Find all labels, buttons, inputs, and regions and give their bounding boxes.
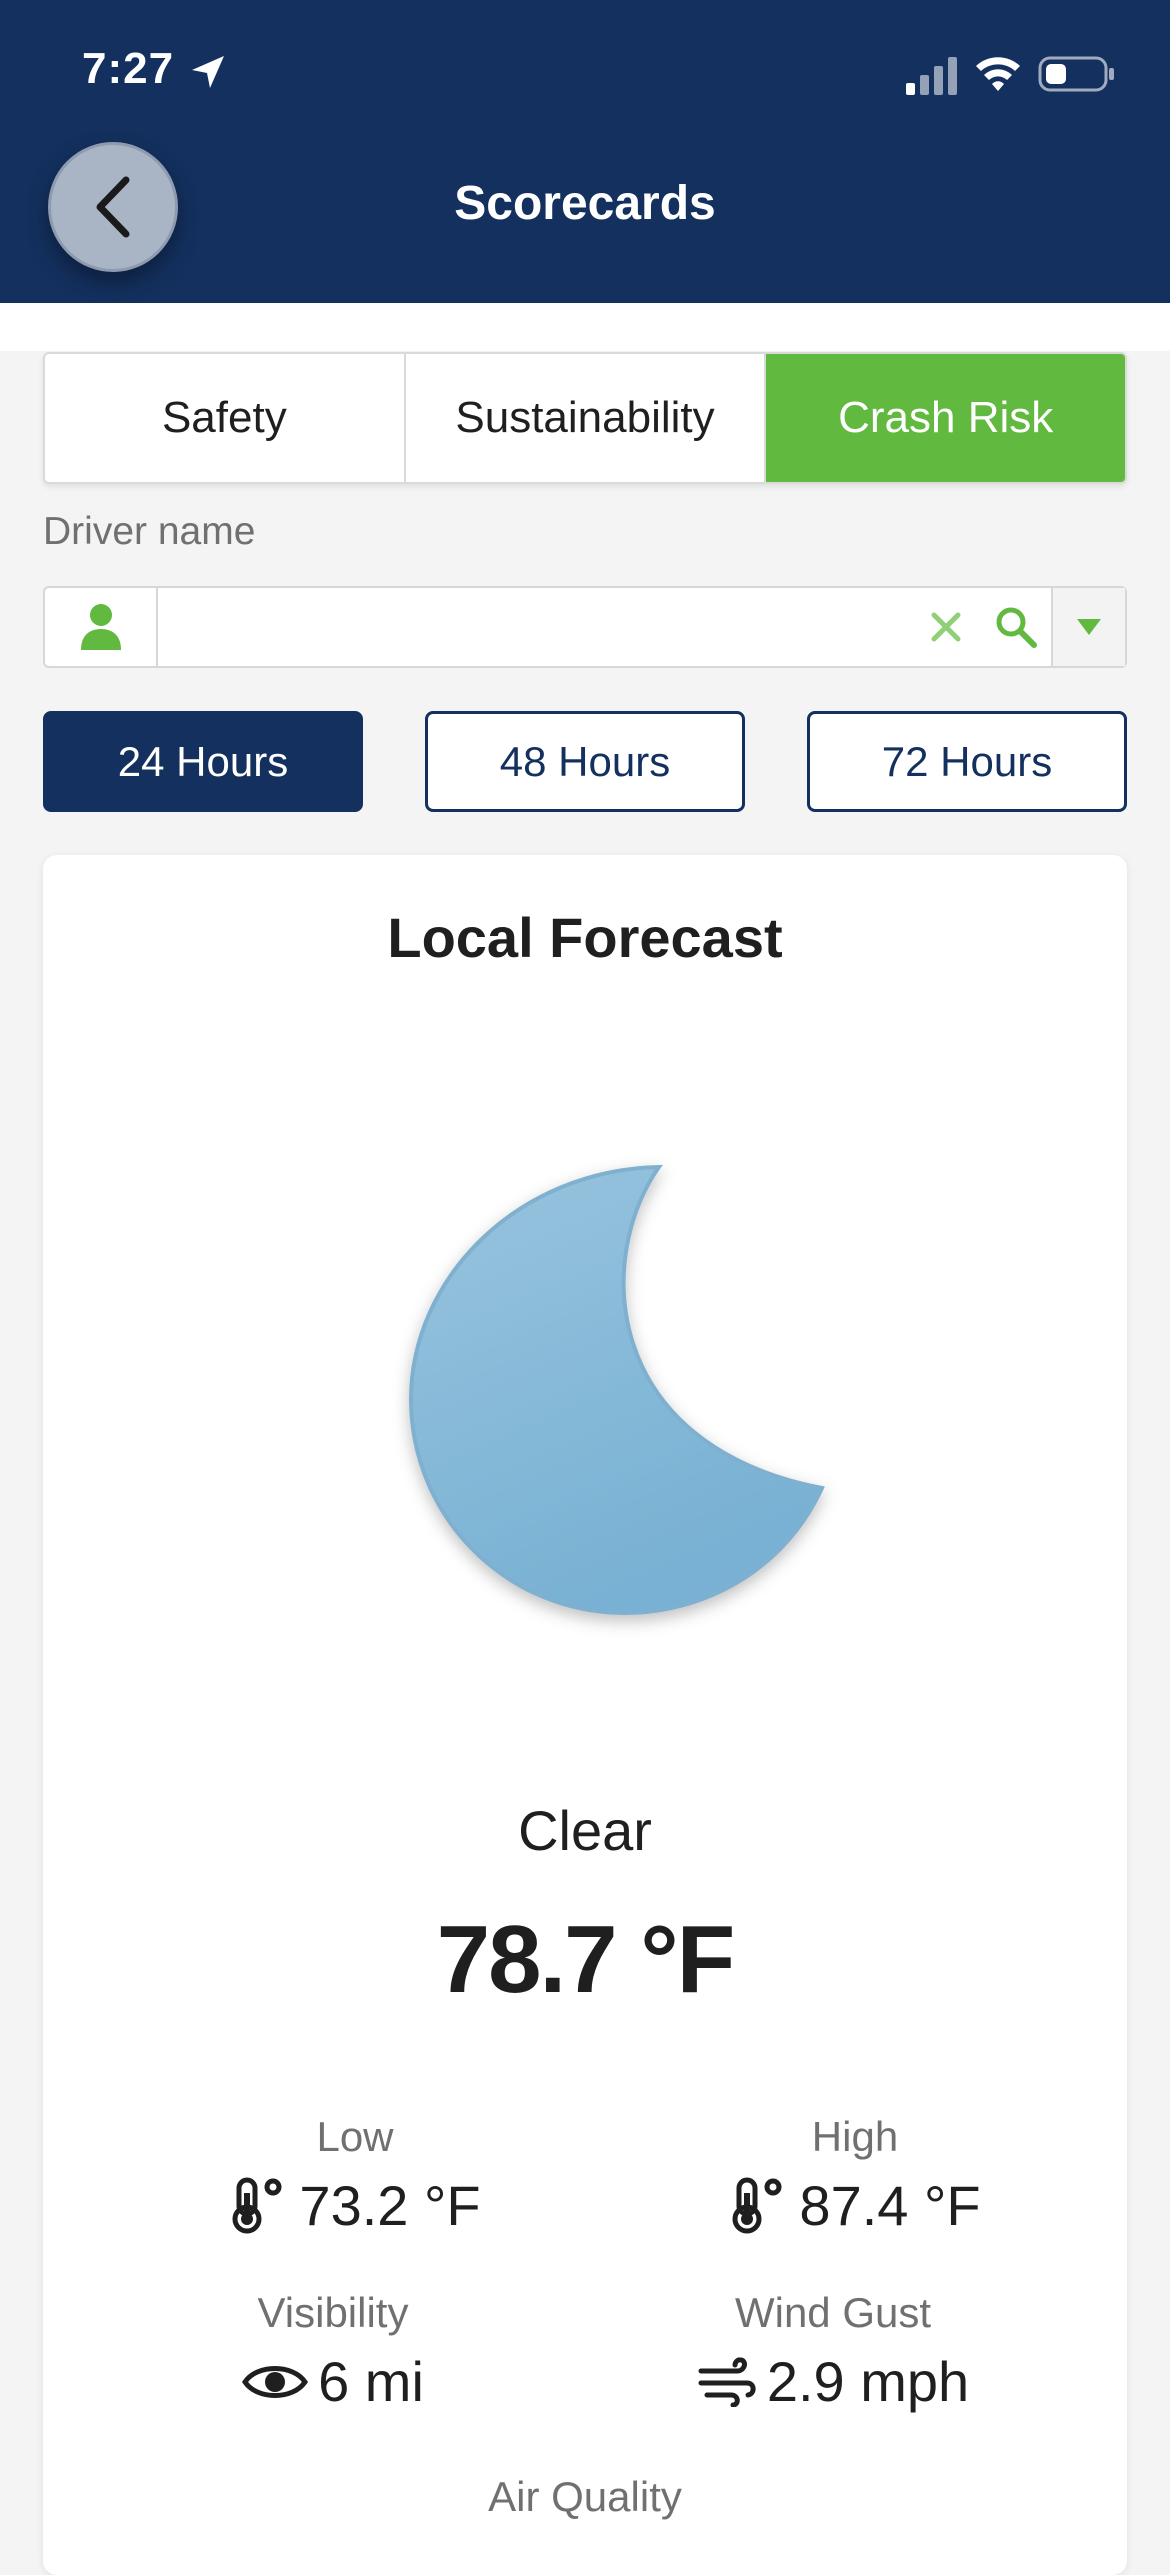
visibility-label: Visibility (257, 2289, 409, 2336)
driver-name-label: Driver name (43, 510, 256, 553)
high-label: High (811, 2113, 899, 2160)
scorecard-tabs: Safety Sustainability Crash Risk (43, 352, 1127, 484)
high-value-row: 87.4 °F (645, 2173, 1065, 2238)
wifi-icon (976, 57, 1020, 91)
tab-safety[interactable]: Safety (45, 354, 406, 482)
location-arrow-icon (192, 56, 224, 88)
thermometer-icon (732, 2177, 782, 2233)
header-divider (0, 303, 1170, 351)
low-stat: Low 73.2 °F (145, 2113, 565, 2238)
tab-crash-risk[interactable]: Crash Risk (766, 354, 1125, 482)
status-time: 7:27 (82, 44, 175, 93)
visibility-value-row: 6 mi (123, 2349, 543, 2414)
wind-gust-value: 2.9 mph (766, 2350, 970, 2413)
wind-gust-stat: Wind Gust 2.9 mph (623, 2289, 1043, 2414)
filter-24-hours[interactable]: 24 Hours (43, 711, 363, 812)
dropdown-caret-icon[interactable] (1051, 588, 1125, 666)
visibility-value: 6 mi (318, 2350, 424, 2413)
eye-icon (242, 2365, 309, 2398)
moon-icon (408, 1164, 825, 1616)
high-value: 87.4 °F (799, 2174, 981, 2237)
clear-icon[interactable] (911, 588, 981, 666)
search-icon[interactable] (981, 588, 1051, 666)
wind-icon (698, 2356, 756, 2407)
tab-sustainability[interactable]: Sustainability (406, 354, 767, 482)
visibility-stat: Visibility 6 mi (123, 2289, 543, 2414)
person-icon (45, 588, 158, 666)
page-title: Scorecards (454, 177, 716, 230)
app-header: 7:27 Scorecards (0, 0, 1170, 303)
filter-48-hours[interactable]: 48 Hours (425, 711, 745, 812)
current-temperature: 78.7 °F (436, 1906, 736, 2013)
wind-gust-label: Wind Gust (734, 2289, 932, 2336)
low-value: 73.2 °F (299, 2174, 481, 2237)
driver-name-input[interactable] (158, 588, 911, 666)
filter-72-hours[interactable]: 72 Hours (807, 711, 1127, 812)
local-forecast-card: Local Forecast Clear 78.7 °F Low 73.2 °F… (43, 855, 1127, 2575)
wind-gust-value-row: 2.9 mph (623, 2349, 1043, 2414)
low-label: Low (316, 2113, 394, 2160)
driver-name-field (43, 586, 1127, 668)
forecast-title: Local Forecast (387, 906, 783, 969)
high-stat: High 87.4 °F (645, 2113, 1065, 2238)
weather-condition: Clear (518, 1799, 652, 1862)
cellular-signal-icon (906, 57, 957, 95)
thermometer-icon (232, 2177, 282, 2233)
low-value-row: 73.2 °F (145, 2173, 565, 2238)
air-quality-label: Air Quality (488, 2473, 682, 2520)
battery-icon (1038, 56, 1114, 92)
